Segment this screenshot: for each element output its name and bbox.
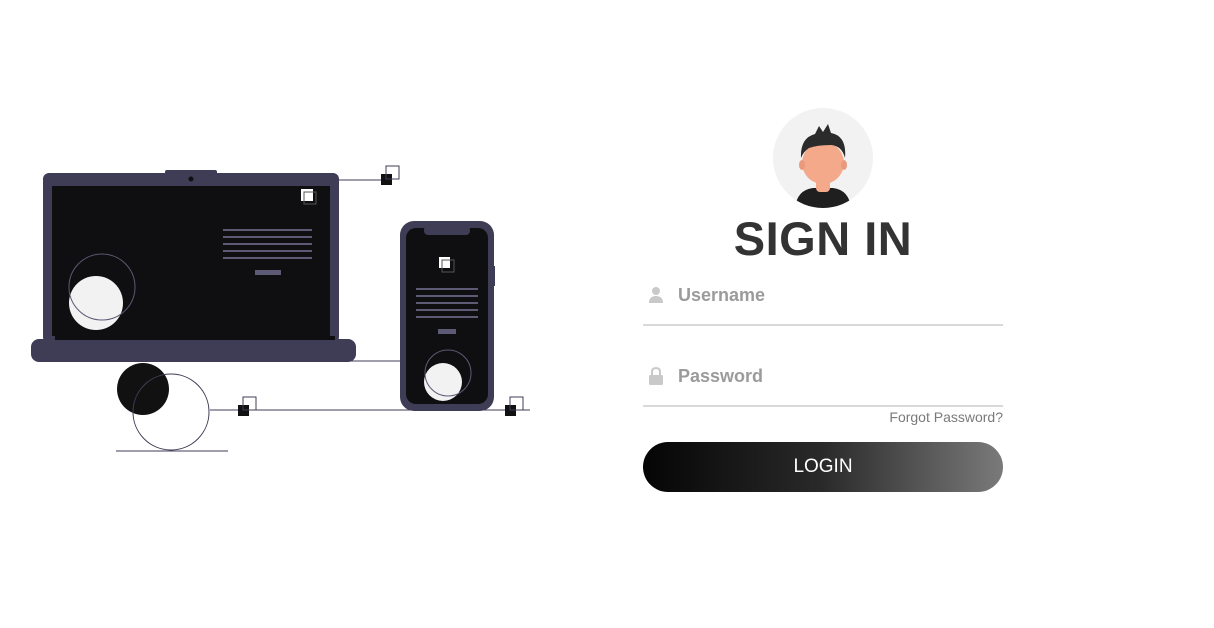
user-icon: [649, 287, 663, 303]
login-page: SIGN IN Forgot Password? LOGIN: [0, 0, 1214, 628]
forgot-password-link[interactable]: Forgot Password?: [889, 409, 1003, 425]
login-button[interactable]: LOGIN: [643, 442, 1003, 492]
user-avatar-icon: [773, 108, 873, 208]
avatar: [773, 108, 873, 208]
devices-illustration: [31, 165, 530, 452]
page-title: SIGN IN: [733, 212, 913, 265]
username-input[interactable]: [678, 280, 978, 310]
username-field: [643, 272, 1003, 326]
lock-icon: [649, 367, 663, 385]
password-input[interactable]: [678, 361, 978, 391]
password-field: [643, 353, 1003, 407]
